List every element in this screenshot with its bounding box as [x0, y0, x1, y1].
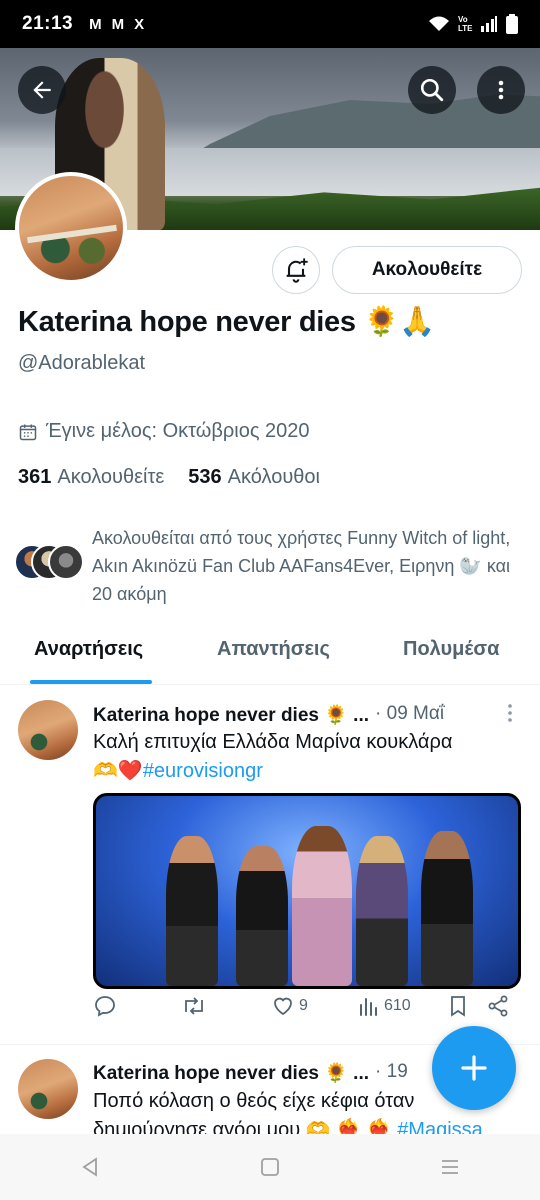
x-app-icon: X — [134, 15, 145, 33]
joined-date: Έγινε μέλος: Οκτώβριος 2020 — [18, 420, 310, 443]
followed-by-section[interactable]: Ακολουθείται από τους χρήστες Funny Witc… — [14, 524, 524, 608]
post-image[interactable] — [93, 793, 521, 989]
post-more-icon[interactable] — [500, 702, 520, 724]
arrow-left-icon — [33, 81, 51, 99]
post-header: Katerina hope never dies 🌻 ... · 09 Μαΐ — [93, 703, 444, 727]
post-date: · 19 — [375, 1061, 408, 1082]
share-button[interactable] — [487, 995, 509, 1017]
post-text-main: Καλή επιτυχία Ελλάδα Μαρίνα κουκλάρα — [93, 731, 453, 753]
post-author-avatar[interactable] — [18, 1059, 78, 1119]
follower-avatar — [48, 544, 84, 580]
like-button[interactable]: 9 — [271, 994, 308, 1018]
more-options-button[interactable] — [477, 66, 525, 114]
image-figure — [421, 831, 473, 986]
follow-counts: 361 Ακολουθείτε 536 Ακόλουθοι — [18, 466, 320, 489]
gmail-icon: M — [89, 15, 102, 33]
post-text: Καλή επιτυχία Ελλάδα Μαρίνα κουκλάρα 🫶❤️… — [93, 728, 523, 786]
plus-icon — [461, 1055, 487, 1081]
post-author-name[interactable]: Katerina hope never dies 🌻 ... — [93, 703, 369, 727]
notification-icons: M M X — [89, 16, 144, 33]
back-nav-icon[interactable] — [79, 1156, 101, 1178]
post-hashtag[interactable]: #eurovisiongr — [143, 760, 263, 782]
reply-icon — [95, 996, 115, 1017]
like-count: 9 — [299, 997, 308, 1014]
more-vertical-icon — [498, 80, 504, 100]
profile-handle: @Adorablekat — [18, 352, 146, 374]
image-figure — [292, 826, 352, 986]
followers-link[interactable]: 536 Ακόλουθοι — [188, 466, 320, 489]
heart-icon — [274, 997, 292, 1016]
post-author-avatar[interactable] — [18, 700, 78, 760]
search-button[interactable] — [408, 66, 456, 114]
post-text-emoji: 🫶❤️ — [93, 760, 143, 782]
bookmark-icon — [451, 996, 465, 1017]
compose-button[interactable] — [432, 1026, 516, 1110]
search-icon — [420, 78, 444, 102]
following-button[interactable]: Ακολουθείτε — [332, 246, 522, 294]
followers-count: 536 — [188, 466, 222, 488]
share-icon — [488, 995, 508, 1017]
image-figure — [356, 836, 408, 986]
followed-by-text: Ακολουθείται από τους χρήστες Funny Witc… — [92, 528, 511, 604]
following-count: 361 — [18, 466, 52, 488]
tab-replies[interactable]: Απαντήσεις — [217, 638, 330, 661]
bell-plus-icon — [286, 258, 308, 283]
repost-icon — [185, 997, 203, 1015]
post-header: Katerina hope never dies 🌻 ... · 19 — [93, 1061, 408, 1085]
bookmark-button[interactable] — [447, 994, 469, 1018]
tab-media[interactable]: Πολυμέσα — [403, 638, 499, 661]
image-figure — [166, 836, 218, 986]
battery-icon — [506, 14, 518, 34]
calendar-icon — [19, 424, 37, 440]
notifications-subscribe-button[interactable] — [272, 246, 320, 294]
reply-button[interactable] — [93, 994, 117, 1018]
image-figure — [236, 846, 288, 986]
recents-nav-icon[interactable] — [439, 1156, 461, 1178]
joined-text: Έγινε μέλος: Οκτώβριος 2020 — [46, 420, 310, 442]
following-link[interactable]: 361 Ακολουθείτε — [18, 466, 164, 489]
profile-display-name: Katerina hope never dies 🌻🙏 — [18, 306, 436, 338]
post-text-line: Ποπό κόλαση ο θεός είχε κέφια όταν — [93, 1090, 415, 1112]
system-navigation-bar — [0, 1134, 540, 1200]
post-text-line: δημιούργησε αγόρι μου 🫶 ❤️‍🔥 ❤️‍🔥 — [93, 1119, 392, 1134]
status-time: 21:13 — [22, 13, 74, 34]
profile-avatar[interactable] — [15, 172, 127, 284]
views-chart-icon — [360, 998, 377, 1016]
post-date: · 09 Μαΐ — [375, 703, 445, 724]
followers-label: Ακόλουθοι — [227, 466, 320, 488]
post-hashtag[interactable]: #Magissa — [397, 1119, 483, 1134]
active-tab-indicator — [30, 680, 152, 684]
signal-icon — [481, 16, 497, 32]
repost-button[interactable] — [181, 994, 207, 1018]
system-icons: Vo LTE — [428, 14, 518, 34]
views-count: 610 — [384, 997, 411, 1014]
followed-by-avatars — [14, 544, 84, 580]
profile-tabs: Αναρτήσεις Απαντήσεις Πολυμέσα — [0, 624, 540, 685]
post-author-name[interactable]: Katerina hope never dies 🌻 ... — [93, 1061, 369, 1085]
back-button[interactable] — [18, 66, 66, 114]
home-nav-icon[interactable] — [259, 1156, 281, 1178]
following-label: Ακολουθείτε — [57, 466, 165, 488]
tab-posts[interactable]: Αναρτήσεις — [34, 638, 143, 661]
post-item[interactable]: Katerina hope never dies 🌻 ... · 09 Μαΐ … — [0, 686, 540, 1044]
wifi-icon — [429, 16, 449, 31]
views-button[interactable]: 610 — [358, 995, 411, 1017]
status-bar: 21:13 M M X Vo LTE — [0, 0, 540, 48]
gmail-icon: M — [111, 15, 125, 33]
volte-label: Vo LTE — [458, 15, 473, 33]
